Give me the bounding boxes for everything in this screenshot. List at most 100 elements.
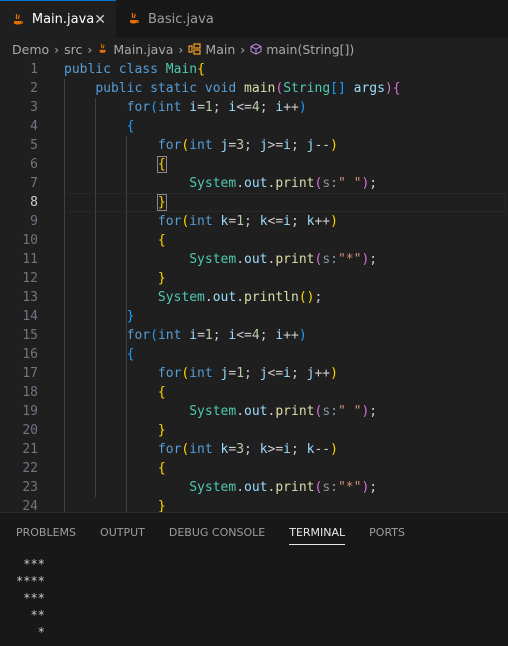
code-editor[interactable]: 1 public class Main{ 2 public static void …: [0, 60, 508, 512]
code-line[interactable]: 2 public static void main(String[] args)…: [0, 79, 508, 98]
code-line[interactable]: 21 for(int k=3; k>=i; k--): [0, 440, 508, 459]
code-text: {: [157, 461, 166, 476]
line-number: 21: [22, 442, 38, 457]
code-line[interactable]: 23 System.out.print(s:"*");: [0, 478, 508, 497]
line-number: 2: [30, 81, 38, 96]
code-text: for(int j=3; j>=i; j--): [157, 138, 338, 153]
code-line[interactable]: 22 {: [0, 459, 508, 478]
code-line[interactable]: 1 public class Main{: [0, 60, 508, 79]
terminal-line: **: [16, 608, 45, 622]
indent-guide: [126, 136, 127, 512]
code-line[interactable]: 11 System.out.print(s:"*");: [0, 250, 508, 269]
code-text: public static void main(String[] args){: [95, 81, 401, 96]
code-text: }: [157, 499, 166, 512]
terminal-line: ***: [16, 591, 45, 605]
line-number: 3: [30, 100, 38, 115]
code-line[interactable]: 15 for(int i=1; i<=4; i++): [0, 326, 508, 345]
panel-tabs: PROBLEMS OUTPUT DEBUG CONSOLE TERMINAL P…: [0, 513, 508, 551]
code-line[interactable]: 7 System.out.print(s:" ");: [0, 174, 508, 193]
line-number: 11: [22, 252, 38, 267]
code-line[interactable]: 14 }: [0, 307, 508, 326]
code-text: public class Main{: [64, 62, 205, 77]
breadcrumb-item-file[interactable]: Main.java: [113, 42, 173, 57]
code-line[interactable]: 10 {: [0, 231, 508, 250]
java-file-icon: [126, 11, 142, 27]
line-number: 6: [30, 157, 38, 172]
line-number: 7: [30, 176, 38, 191]
line-number: 14: [22, 309, 38, 324]
breadcrumb-item-demo[interactable]: Demo: [12, 42, 49, 57]
code-line[interactable]: 9 for(int k=1; k<=i; k++): [0, 212, 508, 231]
breadcrumb: Demo › src › Main.java › Main › main(Str…: [0, 38, 508, 60]
code-text: {: [156, 156, 167, 173]
code-text: for(int k=3; k>=i; k--): [157, 442, 338, 457]
code-line[interactable]: 13 System.out.println();: [0, 288, 508, 307]
method-icon: [250, 43, 262, 55]
tab-basic-java[interactable]: Basic.java: [116, 0, 234, 38]
code-text: for(int j=1; j<=i; j++): [157, 366, 338, 381]
tab-output[interactable]: OUTPUT: [100, 513, 145, 551]
line-number: 1: [30, 62, 38, 77]
code-line[interactable]: 19 System.out.print(s:" ");: [0, 402, 508, 421]
code-line[interactable]: 16 {: [0, 345, 508, 364]
line-number: 20: [22, 423, 38, 438]
class-icon: [188, 43, 202, 55]
terminal-line: ***: [16, 557, 45, 571]
java-file-icon: [10, 12, 26, 28]
line-number: 10: [22, 233, 38, 248]
tab-main-java[interactable]: Main.java ✕: [0, 0, 116, 38]
chevron-right-icon: ›: [54, 41, 60, 57]
code-text: }: [157, 423, 166, 438]
tab-ports[interactable]: PORTS: [369, 513, 405, 551]
code-line[interactable]: 6 {: [0, 155, 508, 174]
line-number: 12: [22, 271, 38, 286]
code-line[interactable]: 8 }: [0, 193, 508, 212]
code-line[interactable]: 12 }: [0, 269, 508, 288]
breadcrumb-item-class[interactable]: Main: [205, 42, 235, 57]
code-line[interactable]: 18 {: [0, 383, 508, 402]
line-number: 15: [22, 328, 38, 343]
line-number: 16: [22, 347, 38, 362]
tab-problems[interactable]: PROBLEMS: [16, 513, 76, 551]
line-number: 8: [30, 195, 38, 210]
breadcrumb-item-method[interactable]: main(String[]): [266, 42, 354, 57]
line-number: 24: [22, 499, 38, 512]
code-text: System.out.print(s:"*");: [189, 480, 378, 495]
code-text: System.out.println();: [157, 290, 323, 305]
code-text: {: [126, 347, 135, 362]
terminal-output[interactable]: *** **** *** ** *: [0, 556, 508, 641]
line-number: 4: [30, 119, 38, 134]
line-number: 19: [22, 404, 38, 419]
indent-guide: [95, 98, 96, 497]
code-text: System.out.print(s:" ");: [189, 176, 378, 191]
code-text: {: [157, 233, 166, 248]
line-number: 5: [30, 138, 38, 153]
code-text: System.out.print(s:"*");: [189, 252, 378, 267]
tab-debug-console[interactable]: DEBUG CONSOLE: [169, 513, 265, 551]
code-text: {: [157, 385, 166, 400]
code-line[interactable]: 4 {: [0, 117, 508, 136]
code-text: {: [126, 119, 135, 134]
chevron-right-icon: ›: [240, 41, 246, 57]
code-line[interactable]: 3 for(int i=1; i<=4; i++): [0, 98, 508, 117]
tab-label: Basic.java: [148, 11, 214, 27]
breadcrumb-item-src[interactable]: src: [64, 42, 82, 57]
terminal-line: *: [16, 625, 45, 639]
line-number: 23: [22, 480, 38, 495]
indent-guide: [64, 79, 65, 512]
code-line[interactable]: 20 }: [0, 421, 508, 440]
java-file-icon: [97, 43, 109, 55]
line-number: 13: [22, 290, 38, 305]
code-text: for(int i=1; i<=4; i++): [126, 100, 307, 115]
tab-terminal[interactable]: TERMINAL: [289, 513, 345, 551]
code-line[interactable]: 17 for(int j=1; j<=i; j++): [0, 364, 508, 383]
tab-label: Main.java: [31, 12, 95, 27]
editor-tab-bar: Main.java ✕ Basic.java: [0, 0, 508, 38]
close-icon[interactable]: ✕: [94, 12, 106, 28]
line-number: 18: [22, 385, 38, 400]
code-text: }: [64, 193, 505, 212]
code-line[interactable]: 5 for(int j=3; j>=i; j--): [0, 136, 508, 155]
line-number: 9: [30, 214, 38, 229]
bottom-panel: PROBLEMS OUTPUT DEBUG CONSOLE TERMINAL P…: [0, 512, 508, 646]
code-line[interactable]: 24 }: [0, 497, 508, 512]
